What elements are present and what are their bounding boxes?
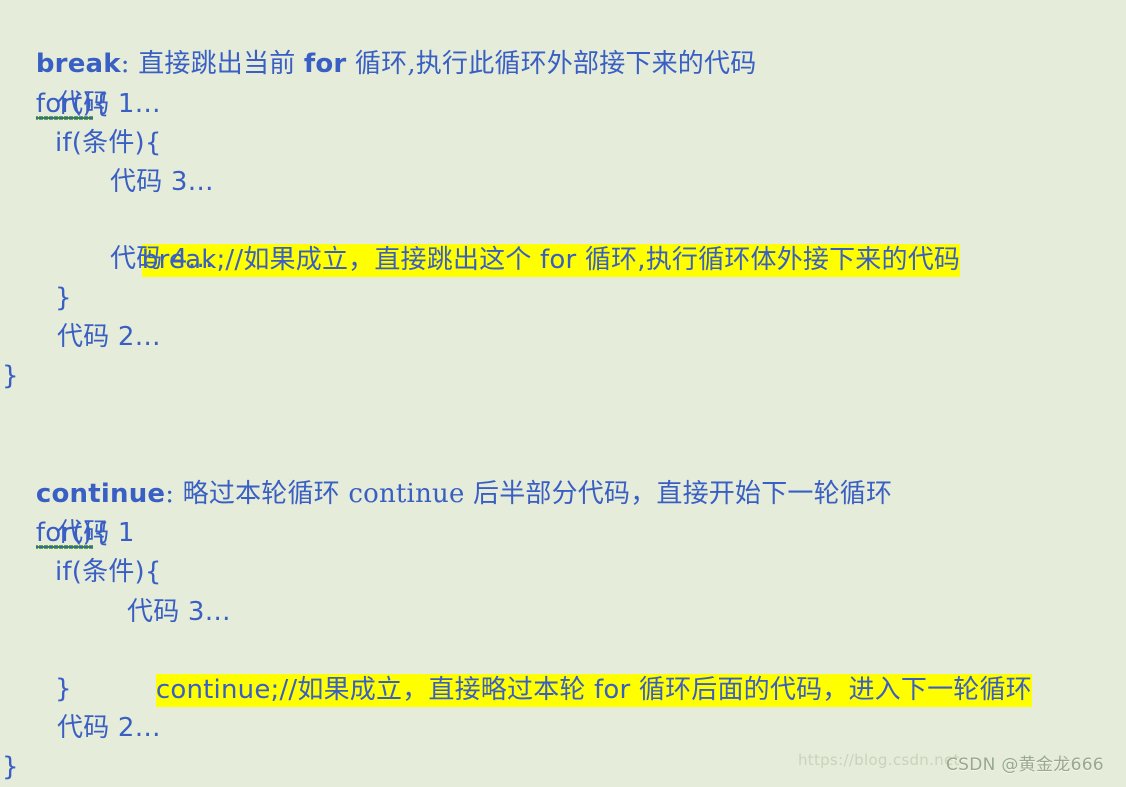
break-statement-line: break;//如果成立，直接跳出这个 for 循环,执行循环体外接下来的代码 bbox=[108, 200, 961, 320]
continue-heading-tail: 后半部分代码，直接开始下一轮循环 bbox=[464, 479, 893, 509]
break-heading-text: : 直接跳出当前 bbox=[120, 49, 304, 79]
break-code1-line: 代码 1… bbox=[57, 89, 161, 119]
watermark-url: https://blog.csdn.net bbox=[798, 751, 960, 769]
continue-statement-highlight: continue;//如果成立，直接略过本轮 for 循环后面的代码，进入下一轮… bbox=[155, 674, 1032, 707]
break-code2-line: 代码 2… bbox=[57, 322, 161, 352]
continue-statement-line: continue;//如果成立，直接略过本轮 for 循环后面的代码，进入下一轮… bbox=[122, 630, 1032, 750]
break-heading-tail: 循环,执行此循环外部接下来的代码 bbox=[346, 49, 757, 79]
continue-heading-line: continue: 略过本轮循环 continue 后半部分代码，直接开始下一轮… bbox=[2, 434, 892, 554]
continue-code2-line: 代码 2… bbox=[57, 713, 161, 743]
continue-for-close-brace: } bbox=[2, 752, 19, 782]
break-code3-line: 代码 3… bbox=[110, 167, 214, 197]
continue-if-line: if(条件){ bbox=[55, 557, 162, 587]
continue-code3-line: 代码 3… bbox=[127, 597, 231, 627]
watermark-attribution: CSDN @黄金龙666 bbox=[946, 755, 1104, 775]
code-snippet-canvas: break: 直接跳出当前 for 循环,执行此循环外部接下来的代码 for()… bbox=[0, 0, 1126, 782]
break-if-line: if(条件){ bbox=[55, 128, 162, 158]
continue-heading-text: : 略过本轮循环 bbox=[165, 479, 349, 509]
for-keyword-inline: for bbox=[303, 49, 347, 79]
continue-code1-line: 代码 1 bbox=[57, 518, 135, 548]
continue-keyword-inline: continue bbox=[348, 479, 465, 509]
break-statement-highlight: break;//如果成立，直接跳出这个 for 循环,执行循环体外接下来的代码 bbox=[141, 244, 961, 277]
break-if-close-brace: } bbox=[55, 283, 72, 313]
break-for-close-brace: } bbox=[2, 361, 19, 391]
break-code4-line: 代码 4… bbox=[110, 244, 214, 274]
continue-if-close-brace: } bbox=[55, 674, 72, 704]
